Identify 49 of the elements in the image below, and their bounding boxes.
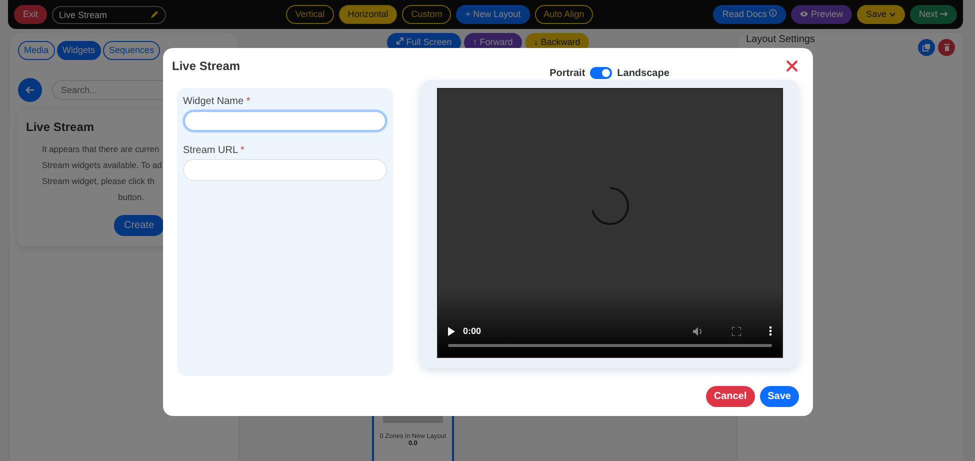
- back-arrow-icon: [25, 86, 35, 94]
- input-field[interactable]: [183, 110, 387, 132]
- message-text: Stream widgets available. To ad: [42, 159, 162, 172]
- caret-icon: [888, 12, 896, 17]
- back-button[interactable]: [18, 78, 42, 102]
- message-text: Stream widget, please click th: [42, 175, 154, 188]
- landscape-label: Landscape: [617, 68, 670, 78]
- cancel-button[interactable]: Cancel: [706, 386, 755, 407]
- message-text: button.: [118, 191, 144, 204]
- panel-title: Layout Settings: [746, 34, 815, 45]
- arrow-icon: [940, 11, 948, 17]
- sidebar-tab[interactable]: Sequences: [103, 41, 160, 60]
- orientation-option[interactable]: Custom: [402, 5, 452, 24]
- create-button[interactable]: Create: [114, 215, 164, 236]
- eye-icon: [800, 11, 808, 17]
- layout-name-field[interactable]: Live Stream: [52, 6, 166, 24]
- info-icon: [769, 9, 778, 17]
- delete-button[interactable]: [938, 39, 955, 56]
- message-text: It appears that there are curren: [42, 143, 160, 156]
- sidebar-tab[interactable]: Media: [18, 41, 55, 60]
- exit-button[interactable]: Exit: [14, 5, 48, 24]
- expand-icon: [396, 37, 404, 45]
- volume-icon[interactable]: [693, 326, 704, 336]
- input-field[interactable]: [183, 159, 387, 181]
- orientation-option[interactable]: Horizontal: [338, 5, 398, 24]
- close-button[interactable]: [785, 59, 799, 73]
- pencil-icon: [150, 10, 160, 19]
- portrait-label: Portrait: [550, 68, 586, 78]
- play-icon[interactable]: [448, 326, 455, 336]
- new-layout-button[interactable]: + New Layout: [456, 5, 530, 24]
- video-time: 0:00: [463, 326, 482, 336]
- orientation-toggle[interactable]: [590, 67, 612, 79]
- progress-track[interactable]: [448, 344, 772, 347]
- primary-button[interactable]: Save: [760, 386, 799, 407]
- copy-button[interactable]: [918, 39, 935, 56]
- auto-align-button[interactable]: Auto Align: [534, 5, 594, 24]
- sidebar-tab[interactable]: Widgets: [56, 41, 102, 60]
- trash-icon: [942, 43, 950, 52]
- field-label: Stream URL *: [183, 145, 246, 156]
- copy-icon: [922, 43, 931, 52]
- preview-button[interactable]: Preview: [791, 5, 852, 24]
- dialog-title: Live Stream: [172, 59, 240, 73]
- fullscreen-icon[interactable]: [732, 326, 741, 336]
- next-button[interactable]: Next: [910, 5, 958, 24]
- card-title: Live Stream: [26, 120, 96, 134]
- more-icon[interactable]: [769, 326, 772, 336]
- orientation-option[interactable]: Vertical: [286, 5, 334, 24]
- read-docs-button[interactable]: Read Docs: [713, 5, 786, 24]
- save-button[interactable]: Save: [856, 5, 905, 24]
